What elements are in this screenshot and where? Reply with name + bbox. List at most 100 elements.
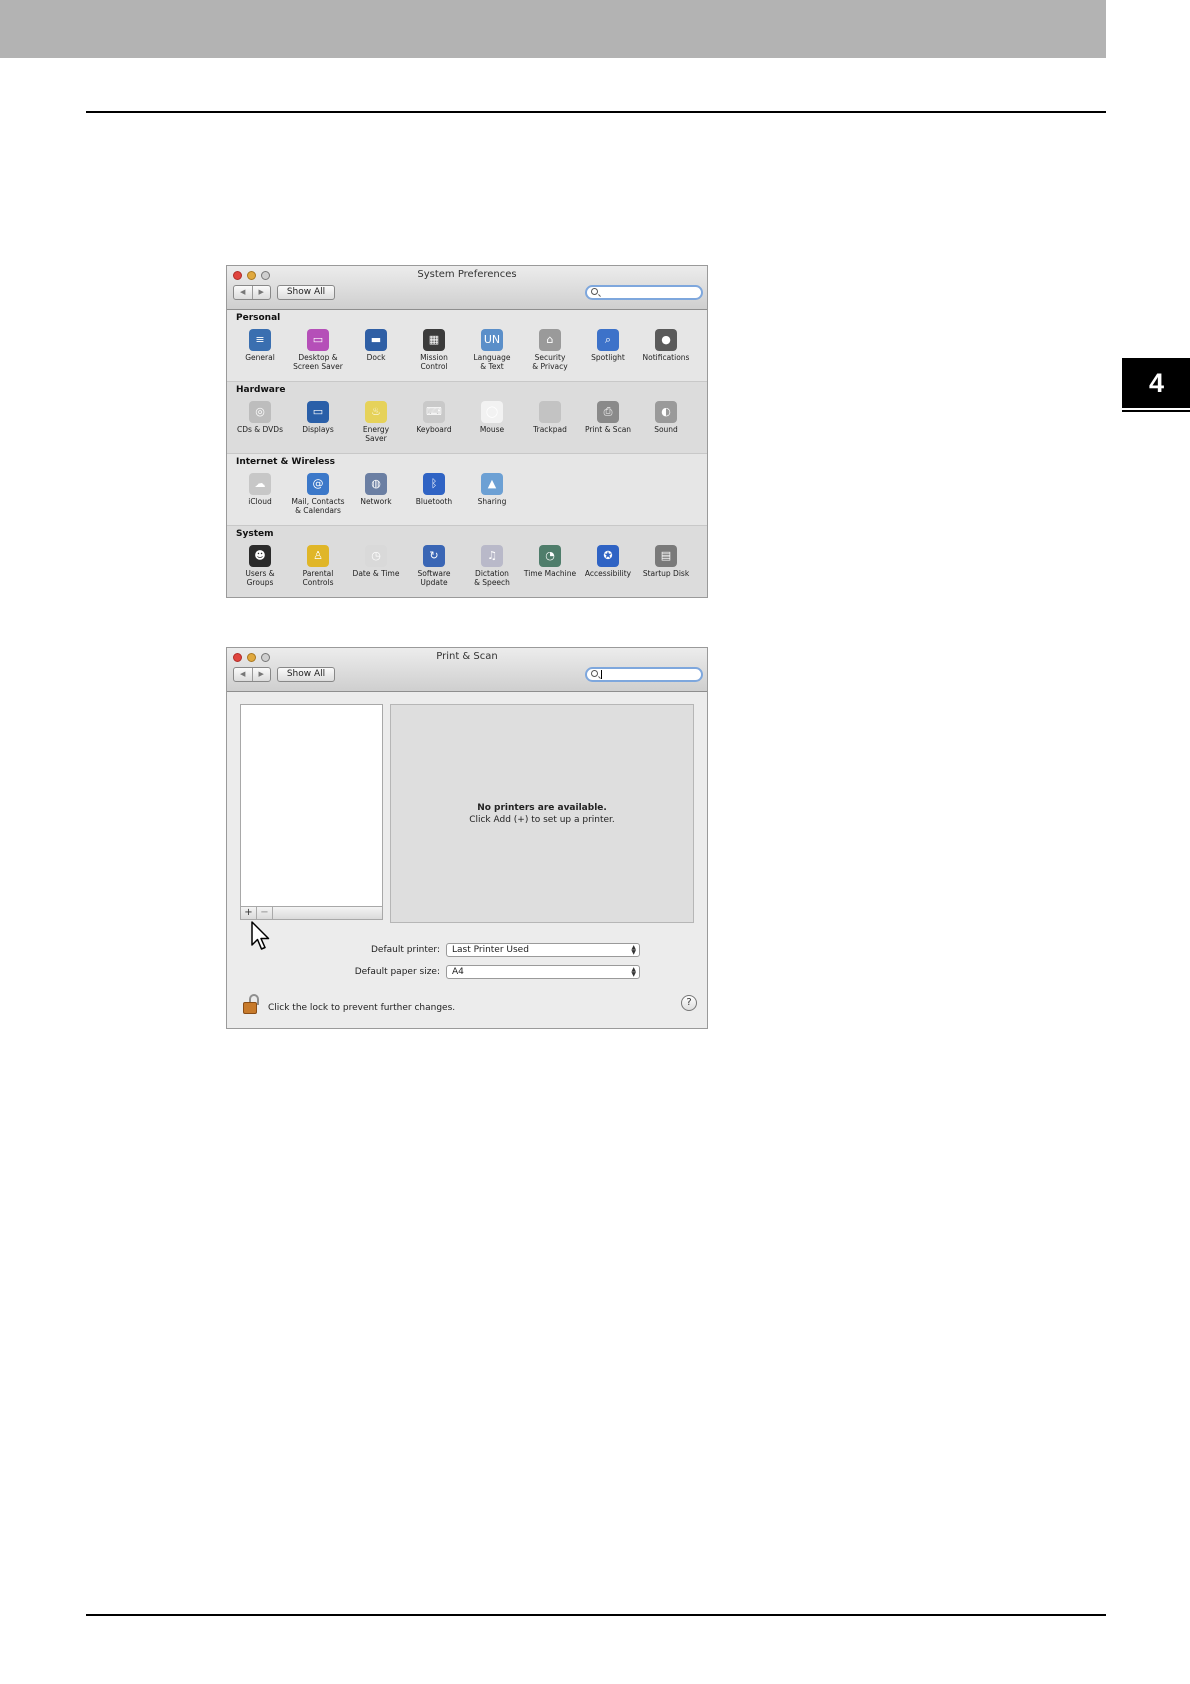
pref-item-security-privacy[interactable]: ⌂ Security & Privacy — [521, 329, 579, 371]
header-band — [0, 0, 1106, 58]
pref-item-users-groups[interactable]: ☻ Users & Groups — [231, 545, 289, 587]
pref-item-notifications[interactable]: ● Notifications — [637, 329, 695, 371]
preference-sections: Personal ≡ General ▭ Desktop & Screen Saver ▬… — [227, 310, 707, 597]
pref-item-label: Users & Groups — [245, 569, 275, 587]
pref-item-keyboard[interactable]: ⌨ Keyboard — [405, 401, 463, 443]
printer-list-toolbar: + − — [240, 906, 383, 920]
back-button[interactable]: ◀ — [234, 668, 252, 681]
pref-items: ☻ Users & Groups ♙ Parental Controls ◷ Date &… — [231, 545, 695, 587]
popup-arrows-icon: ▲ ▼ — [631, 966, 636, 978]
pref-item-label: Sound — [654, 425, 678, 434]
pref-item-general[interactable]: ≡ General — [231, 329, 289, 371]
pref-item-label: Software Update — [417, 569, 451, 587]
pref-item-label: Startup Disk — [642, 569, 690, 578]
pref-item-bluetooth[interactable]: ᛒ Bluetooth — [405, 473, 463, 515]
pref-item-time-machine[interactable]: ◔ Time Machine — [521, 545, 579, 587]
pref-item-label: Time Machine — [523, 569, 577, 578]
parental-controls-icon: ♙ — [307, 545, 329, 567]
lock-icon[interactable] — [243, 994, 261, 1014]
search-icon — [591, 670, 598, 677]
search-input[interactable] — [585, 667, 703, 682]
pref-item-software-update[interactable]: ↻ Software Update — [405, 545, 463, 587]
pref-item-parental-controls[interactable]: ♙ Parental Controls — [289, 545, 347, 587]
pref-item-trackpad[interactable]: Trackpad — [521, 401, 579, 443]
print-scan-window: Print & Scan ◀ ▶ Show All + − No printer… — [226, 647, 708, 1029]
window-titlebar: System Preferences ◀ ▶ Show All — [227, 266, 707, 310]
back-button[interactable]: ◀ — [234, 286, 252, 299]
pref-item-startup-disk[interactable]: ▤ Startup Disk — [637, 545, 695, 587]
pref-section-internet-wireless: Internet & Wireless ☁ iCloud @ Mail, Contact… — [227, 454, 707, 526]
pref-item-desktop-screen-saver[interactable]: ▭ Desktop & Screen Saver — [289, 329, 347, 371]
system-preferences-window: System Preferences ◀ ▶ Show All Personal… — [226, 265, 708, 598]
back-forward-buttons: ◀ ▶ — [233, 667, 271, 682]
desktop-screen-saver-icon: ▭ — [307, 329, 329, 351]
forward-button[interactable]: ▶ — [251, 286, 271, 299]
pref-item-label: Spotlight — [591, 353, 625, 362]
keyboard-icon: ⌨ — [423, 401, 445, 423]
energy-saver-icon: ♨ — [365, 401, 387, 423]
mission-control-icon: ▦ — [423, 329, 445, 351]
pref-item-cds-dvds[interactable]: ◎ CDs & DVDs — [231, 401, 289, 443]
default-printer-value: Last Printer Used — [452, 945, 529, 955]
pref-item-language-text[interactable]: UN Language & Text — [463, 329, 521, 371]
default-paper-size-select[interactable]: A4 ▲ ▼ — [446, 965, 640, 979]
displays-icon: ▭ — [307, 401, 329, 423]
pref-item-label: Mail, Contacts & Calendars — [291, 497, 345, 515]
network-icon: ◍ — [365, 473, 387, 495]
pref-section-hardware: Hardware ◎ CDs & DVDs ▭ Displays ♨ Energy Save… — [227, 382, 707, 454]
sound-icon: ◐ — [655, 401, 677, 423]
pref-item-label: Bluetooth — [415, 497, 453, 506]
pref-item-icloud[interactable]: ☁ iCloud — [231, 473, 289, 515]
help-button[interactable]: ? — [681, 995, 697, 1011]
pref-item-label: Keyboard — [416, 425, 452, 434]
pref-item-energy-saver[interactable]: ♨ Energy Saver — [347, 401, 405, 443]
pref-item-displays[interactable]: ▭ Displays — [289, 401, 347, 443]
time-machine-icon: ◔ — [539, 545, 561, 567]
pref-item-network[interactable]: ◍ Network — [347, 473, 405, 515]
pref-item-label: Print & Scan — [584, 425, 632, 434]
pref-item-label: Date & Time — [352, 569, 400, 578]
pref-item-sound[interactable]: ◐ Sound — [637, 401, 695, 443]
pref-section-system: System ☻ Users & Groups ♙ Parental Controls ◷… — [227, 526, 707, 597]
pref-item-dictation-speech[interactable]: ♫ Dictation & Speech — [463, 545, 521, 587]
default-printer-select[interactable]: Last Printer Used ▲ ▼ — [446, 943, 640, 957]
pref-item-label: Sharing — [477, 497, 507, 506]
pref-item-label: Dictation & Speech — [474, 569, 510, 587]
pref-item-dock[interactable]: ▬ Dock — [347, 329, 405, 371]
icloud-icon: ☁ — [249, 473, 271, 495]
lock-message: Click the lock to prevent further change… — [268, 1003, 456, 1013]
pref-item-sharing[interactable]: ▲ Sharing — [463, 473, 521, 515]
add-printer-button[interactable]: + — [241, 907, 257, 919]
window-title: System Preferences — [417, 269, 517, 280]
pref-item-label: Notifications — [642, 353, 690, 362]
pref-item-label: Displays — [302, 425, 334, 434]
show-all-button[interactable]: Show All — [277, 667, 335, 682]
print-scan-icon: ⎙ — [597, 401, 619, 423]
default-paper-size-value: A4 — [452, 967, 464, 977]
search-input[interactable] — [585, 285, 703, 300]
pref-items: ◎ CDs & DVDs ▭ Displays ♨ Energy Saver ⌨ Keyboa… — [231, 401, 695, 443]
date-time-icon: ◷ — [365, 545, 387, 567]
pref-item-print-scan[interactable]: ⎙ Print & Scan — [579, 401, 637, 443]
pref-item-label: Mission Control — [420, 353, 448, 371]
mail-contacts-calendars-icon: @ — [307, 473, 329, 495]
notifications-icon: ● — [655, 329, 677, 351]
pref-item-mission-control[interactable]: ▦ Mission Control — [405, 329, 463, 371]
pref-section-personal: Personal ≡ General ▭ Desktop & Screen Saver ▬… — [227, 310, 707, 382]
pref-item-mouse[interactable]: ◯ Mouse — [463, 401, 521, 443]
software-update-icon: ↻ — [423, 545, 445, 567]
section-title: System — [236, 529, 274, 539]
section-title: Hardware — [236, 385, 286, 395]
show-all-button[interactable]: Show All — [277, 285, 335, 300]
remove-printer-button[interactable]: − — [257, 907, 273, 919]
back-forward-buttons: ◀ ▶ — [233, 285, 271, 300]
language-text-icon: UN — [481, 329, 503, 351]
forward-button[interactable]: ▶ — [251, 668, 271, 681]
pref-item-accessibility[interactable]: ✪ Accessibility — [579, 545, 637, 587]
printer-list[interactable] — [240, 704, 383, 907]
text-caret — [601, 670, 602, 679]
pref-item-label: Mouse — [479, 425, 505, 434]
pref-item-mail-contacts-calendars[interactable]: @ Mail, Contacts & Calendars — [289, 473, 347, 515]
pref-item-spotlight[interactable]: ⌕ Spotlight — [579, 329, 637, 371]
pref-item-date-time[interactable]: ◷ Date & Time — [347, 545, 405, 587]
